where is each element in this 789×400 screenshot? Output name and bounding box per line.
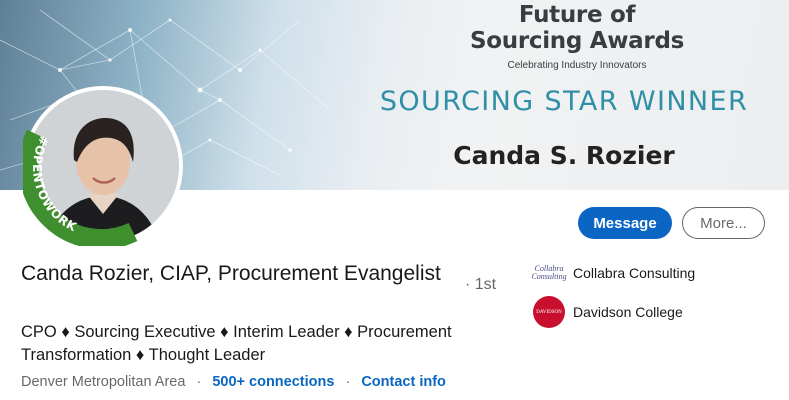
svg-text:#OPENTOWORK: #OPENTOWORK <box>30 133 79 234</box>
award-title-line2: Sourcing Awards <box>469 28 684 54</box>
org-collabra-consulting[interactable]: Collabra Consulting Collabra Consulting <box>531 257 696 289</box>
location: Denver Metropolitan Area <box>21 374 186 390</box>
award-tagline: Celebrating Industry Innovators <box>507 60 647 71</box>
connections-link[interactable]: 500+ connections <box>212 374 334 390</box>
opentowork-text: #OPENTOWORK <box>30 133 79 234</box>
org-name: Collabra Consulting <box>573 265 696 281</box>
profile-headline: CPO ♦ Sourcing Executive ♦ Interim Leade… <box>21 323 452 364</box>
org-name: Davidson College <box>573 304 683 320</box>
award-title-line1: Future of <box>518 2 636 28</box>
profile-photo[interactable]: #OPENTOWORK <box>23 86 183 246</box>
opentowork-badge: #OPENTOWORK <box>23 129 138 246</box>
davidson-logo-icon: DAVIDSON <box>533 296 565 328</box>
profile-meta: Denver Metropolitan Area · 500+ connecti… <box>21 374 446 390</box>
separator: · <box>345 374 351 390</box>
separator: · <box>196 374 202 390</box>
more-actions-button[interactable]: More... <box>682 207 765 239</box>
org-davidson-college[interactable]: DAVIDSON Davidson College <box>533 296 683 328</box>
collabra-logo-icon: Collabra Consulting <box>531 264 567 281</box>
contact-info-link[interactable]: Contact info <box>361 374 446 390</box>
award-winner-name: Canda S. Rozier <box>453 141 675 170</box>
profile-name: Canda Rozier, CIAP, Procurement Evangeli… <box>21 262 441 285</box>
connection-degree: · 1st <box>465 276 497 293</box>
award-category: SOURCING STAR WINNER <box>379 86 749 117</box>
message-button[interactable]: Message <box>578 207 672 239</box>
